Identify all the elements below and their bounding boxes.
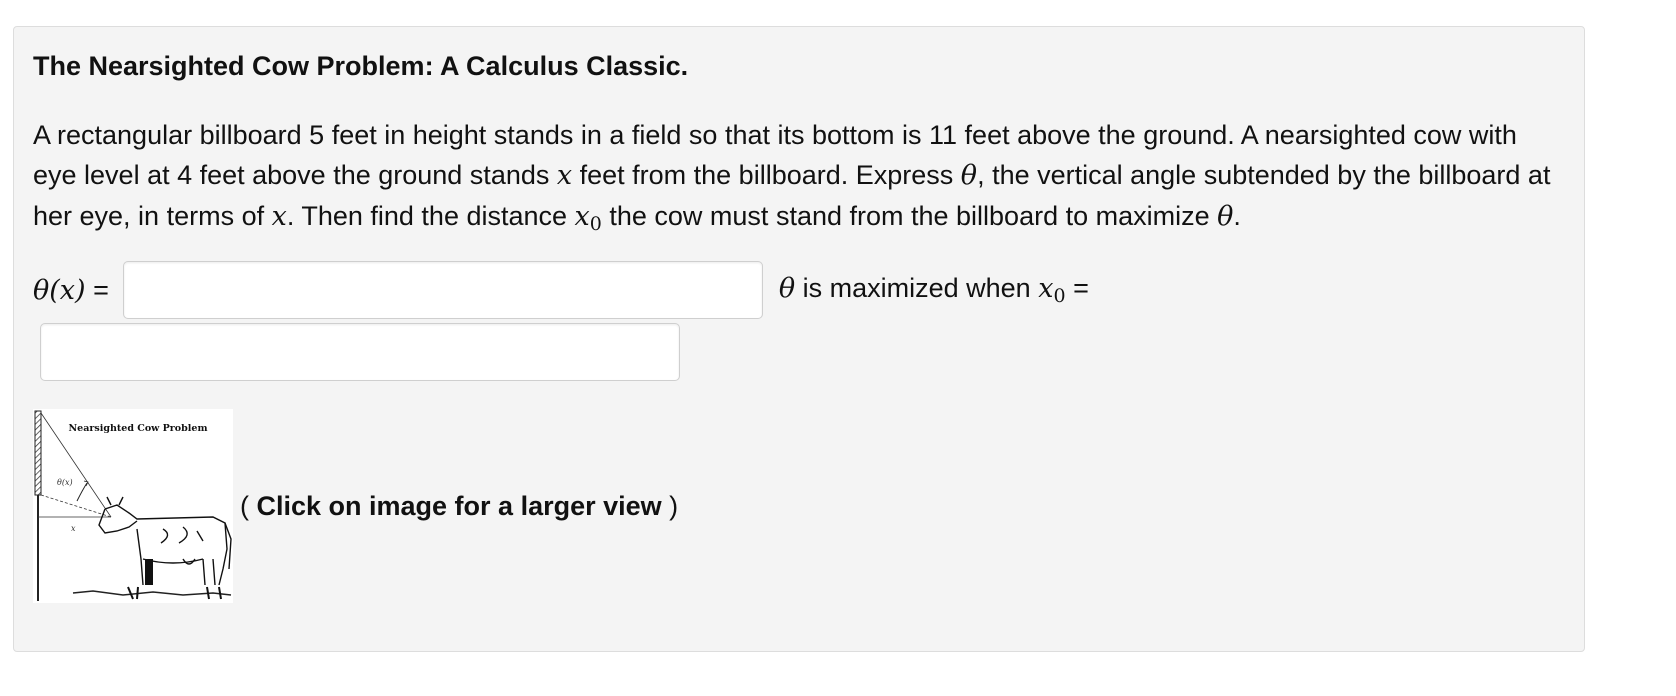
problem-statement: A rectangular billboard 5 feet in height… — [33, 115, 1563, 244]
theta-answer-input[interactable] — [122, 261, 763, 319]
problem-title: The Nearsighted Cow Problem: A Calculus … — [33, 51, 689, 81]
var-x: x — [556, 160, 573, 191]
answer-row: θ(x) = θ is maximized when x0 = — [33, 261, 1089, 319]
click-note-open: ( — [240, 491, 257, 521]
x0-answer-input[interactable] — [40, 323, 680, 381]
cow-drawing — [98, 496, 232, 586]
var-x0: x0 — [574, 201, 602, 235]
var-theta: θ — [960, 160, 978, 191]
problem-text-5: the cow must stand from the billboard to… — [601, 201, 1218, 231]
var-theta: θ — [1217, 201, 1234, 232]
x0-symbol: x0 — [1038, 273, 1066, 307]
x0-base: x — [1038, 273, 1054, 304]
max-label-text: is maximized when — [795, 273, 1039, 303]
problem-text-4: . Then find the distance — [286, 201, 575, 231]
equals-sign: = — [1073, 273, 1089, 303]
figure-caption: Nearsighted Cow Problem — [69, 423, 208, 434]
problem-text-6: . — [1233, 201, 1241, 231]
max-label: θ is maximized when x0 = — [779, 273, 1089, 307]
cow-diagram-image[interactable]: Nearsighted Cow Problem θ(x) x — [33, 409, 233, 603]
var-x0-sub: 0 — [589, 213, 602, 235]
nearsighted-cow-diagram-icon: Nearsighted Cow Problem θ(x) x — [34, 410, 232, 601]
theta-function-label: θ(x) = — [33, 275, 109, 306]
equals-sign: = — [93, 274, 109, 305]
click-note-close: ) — [661, 491, 679, 521]
click-note-bold: Click on image for a larger view — [256, 491, 662, 521]
theta-symbol: θ — [778, 273, 796, 304]
theta-fn: θ(x) — [33, 274, 86, 306]
x0-sub: 0 — [1053, 285, 1066, 307]
click-note: ( Click on image for a larger view ) — [240, 489, 678, 523]
var-x0-base: x — [574, 201, 590, 232]
problem-card: The Nearsighted Cow Problem: A Calculus … — [13, 26, 1585, 652]
figure-angle-label: θ(x) — [57, 478, 73, 487]
problem-text-2: feet from the billboard. Express — [572, 160, 961, 190]
figure-x-label: x — [71, 524, 76, 533]
var-x: x — [271, 201, 287, 232]
